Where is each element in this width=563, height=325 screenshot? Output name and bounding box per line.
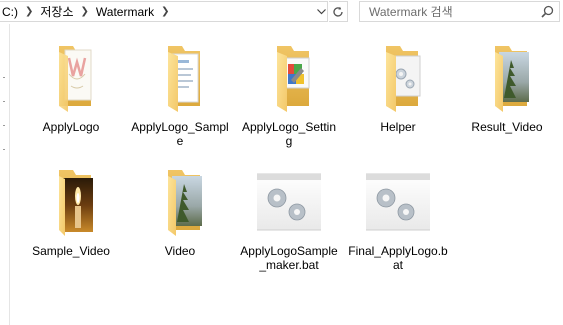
item-label: Sample_Video: [32, 244, 110, 258]
search-icon[interactable]: [541, 5, 554, 18]
item-label: ApplyLogo_Sample: [131, 120, 229, 148]
file-item-applylogosample-maker-bat[interactable]: ApplyLogoSample_maker.bat: [237, 168, 341, 272]
folder-item-helper[interactable]: Helper: [346, 44, 450, 134]
file-list: ApplyLogo ApplyLogo_Sample ApplyLogo_Set…: [10, 24, 563, 325]
folder-item-applylogo-setting[interactable]: ApplyLogo_Setting: [237, 44, 341, 148]
refresh-icon: [333, 6, 343, 17]
breadcrumb-watermark[interactable]: Watermark: [96, 5, 154, 19]
chevron-right-icon[interactable]: ❯: [154, 6, 176, 17]
folder-item-applylogo-sample[interactable]: ApplyLogo_Sample: [128, 44, 232, 148]
gears-icon: [257, 173, 321, 231]
folder-item-result-video[interactable]: Result_Video: [455, 44, 559, 134]
folder-item-video[interactable]: Video: [128, 168, 232, 258]
chevron-down-icon[interactable]: [313, 1, 329, 22]
folder-icon: [277, 46, 310, 112]
chevron-right-icon[interactable]: ❯: [18, 6, 40, 17]
refresh-button[interactable]: [329, 1, 348, 22]
breadcrumb-root[interactable]: C:): [0, 5, 18, 19]
item-label: ApplyLogo_Setting: [241, 120, 337, 148]
item-label: ApplyLogo: [42, 120, 100, 134]
item-label: ApplyLogoSample_maker.bat: [240, 244, 338, 272]
folder-icon: [59, 46, 92, 112]
breadcrumb[interactable]: C:) ❯ 저장소 ❯ Watermark ❯: [0, 1, 328, 22]
folder-item-sample-video[interactable]: Sample_Video: [19, 168, 123, 258]
item-label: Result_Video: [471, 120, 543, 134]
navigation-pane-edge: [0, 24, 10, 325]
folder-icon: [495, 46, 529, 112]
folder-icon: [168, 170, 202, 236]
file-item-final-applylogo-bat[interactable]: Final_ApplyLogo.bat: [346, 168, 450, 272]
folder-icon: [386, 46, 421, 112]
folder-icon: [168, 46, 200, 112]
item-label: Helper: [380, 120, 416, 134]
folder-icon: [59, 170, 93, 236]
item-label: Final_ApplyLogo.bat: [348, 244, 448, 272]
breadcrumb-storage[interactable]: 저장소: [40, 3, 73, 20]
search-box[interactable]: [359, 1, 560, 22]
item-label: Video: [164, 244, 196, 258]
chevron-right-icon[interactable]: ❯: [74, 6, 96, 17]
search-input[interactable]: [369, 4, 529, 19]
gears-icon: [366, 173, 430, 231]
address-bar[interactable]: C:) ❯ 저장소 ❯ Watermark ❯: [0, 0, 563, 24]
folder-item-applylogo[interactable]: ApplyLogo: [19, 44, 123, 134]
